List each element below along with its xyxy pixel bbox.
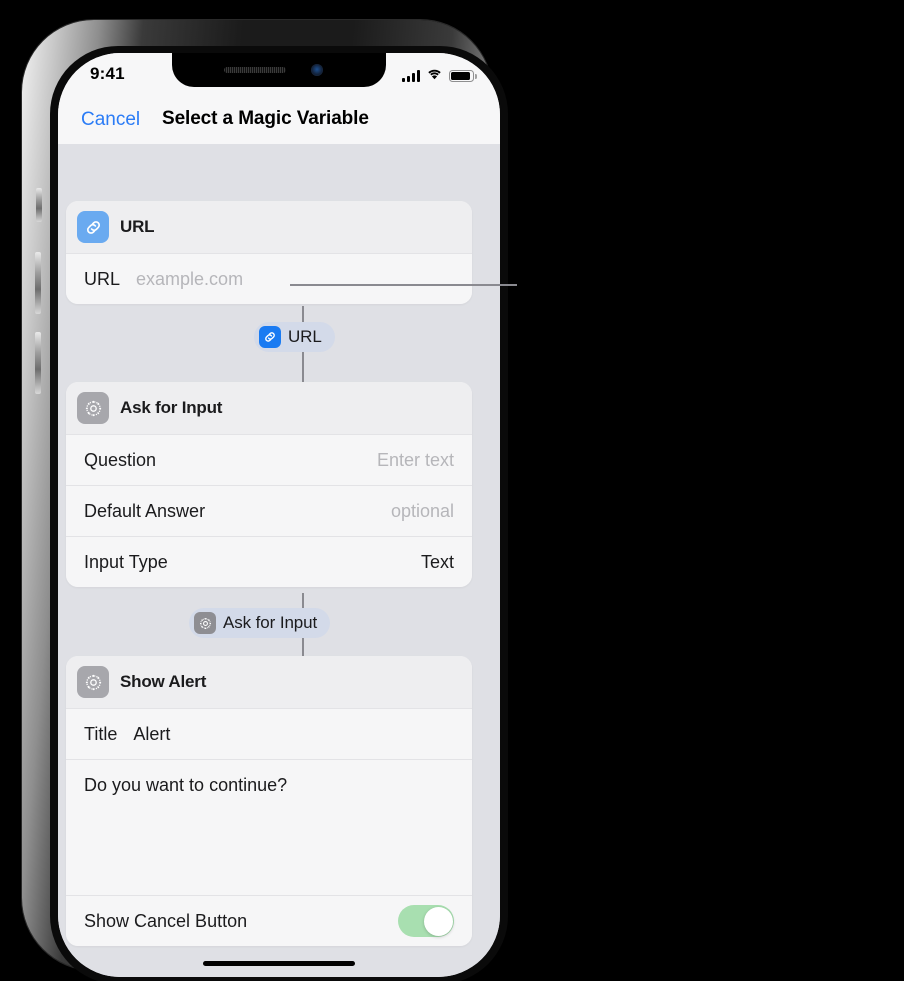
mute-switch-icon[interactable] (36, 188, 42, 222)
wifi-icon (426, 67, 443, 85)
home-indicator-icon (203, 961, 355, 966)
url-input[interactable]: example.com (136, 269, 243, 290)
status-bar-time: 9:41 (90, 64, 125, 83)
callout-leader-line (290, 284, 517, 286)
page-title: Select a Magic Variable (162, 108, 369, 129)
action-card-title: URL (120, 217, 155, 236)
phone-notch (172, 53, 386, 87)
field-label: Default Answer (84, 500, 206, 521)
show-cancel-button-toggle[interactable] (398, 905, 454, 937)
magic-variable-label: URL (288, 327, 322, 346)
phone-device-frame: 9:41 Cancel Select a Magic Variable URL … (22, 20, 508, 981)
link-icon (259, 326, 281, 348)
field-label: Title (84, 723, 118, 744)
gear-icon (77, 392, 109, 424)
magic-variable-label: Ask for Input (223, 613, 318, 632)
action-field-show-cancel-button[interactable]: Show Cancel Button (66, 895, 472, 946)
magic-variable-pill-url[interactable]: URL (254, 322, 335, 352)
action-field-default-answer[interactable]: Default Answer optional (66, 485, 472, 536)
gear-icon (194, 612, 216, 634)
status-bar-indicators (402, 67, 477, 85)
navigation-bar: Cancel Select a Magic Variable (58, 97, 500, 144)
action-card-title: Show Alert (120, 672, 207, 691)
signal-bars-icon (402, 70, 420, 82)
action-card-header: URL (66, 201, 472, 253)
connector-line (302, 638, 304, 656)
volume-down-button-icon[interactable] (35, 332, 41, 394)
battery-icon (449, 70, 477, 82)
field-label: Show Cancel Button (84, 910, 248, 931)
toggle-knob (423, 906, 453, 936)
action-field-url[interactable]: URL example.com (66, 253, 472, 304)
gear-icon (77, 666, 109, 698)
connector-line (302, 593, 304, 609)
cancel-button[interactable]: Cancel (81, 109, 140, 131)
screenshot-stage: 9:41 Cancel Select a Magic Variable URL … (0, 0, 904, 981)
action-card-url[interactable]: URL URL example.com (66, 201, 472, 304)
input-type-value[interactable]: Text (421, 552, 454, 573)
action-card-title: Ask for Input (120, 398, 223, 417)
magic-variable-pill-ask-for-input[interactable]: Ask for Input (189, 608, 331, 638)
volume-up-button-icon[interactable] (35, 252, 41, 314)
phone-screen: 9:41 Cancel Select a Magic Variable URL … (58, 53, 500, 977)
action-card-show-alert[interactable]: Show Alert Title Alert Do you want to co… (66, 656, 472, 946)
link-icon (77, 211, 109, 243)
action-field-question[interactable]: Question Enter text (66, 434, 472, 485)
action-card-header: Show Alert (66, 656, 472, 708)
field-label: Input Type (84, 551, 168, 572)
question-input[interactable]: Enter text (377, 450, 454, 471)
default-answer-input[interactable]: optional (391, 501, 454, 522)
action-field-title[interactable]: Title Alert (66, 708, 472, 759)
speaker-grille-icon (224, 67, 286, 73)
field-label: URL (84, 268, 121, 289)
field-label: Question (84, 449, 157, 470)
action-card-ask-for-input[interactable]: Ask for Input Question Enter text Defaul… (66, 382, 472, 587)
action-field-input-type[interactable]: Input Type Text (66, 536, 472, 587)
shortcut-actions-list[interactable]: URL URL example.com URL Ask for Input Qu… (58, 144, 500, 977)
alert-message-input[interactable]: Do you want to continue? (66, 759, 472, 895)
alert-title-input[interactable]: Alert (133, 724, 170, 745)
connector-line (302, 352, 304, 382)
front-camera-icon (311, 64, 323, 76)
action-card-header: Ask for Input (66, 382, 472, 434)
